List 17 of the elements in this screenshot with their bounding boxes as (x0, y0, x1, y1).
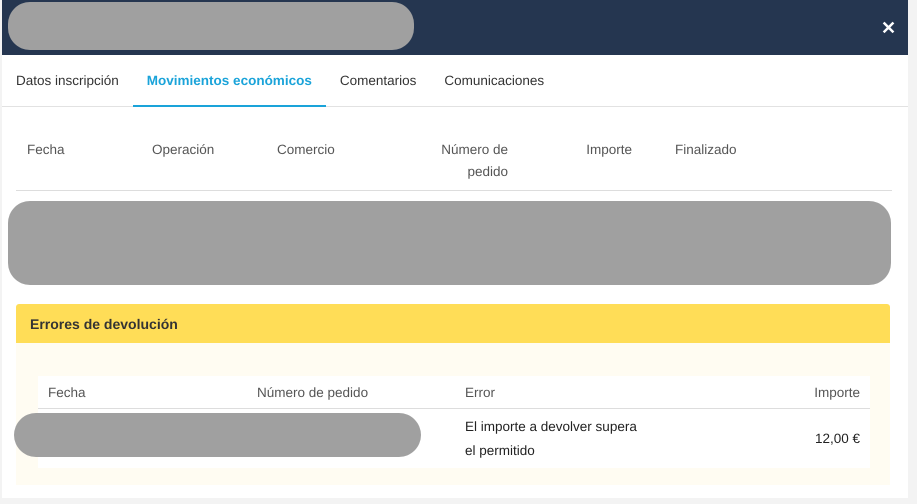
error-message: El importe a devolver supera el permitido (464, 418, 638, 460)
column-header: Comercio (276, 141, 336, 159)
amount: 12,00 € (814, 431, 861, 446)
column-header: Número de pedido (440, 141, 509, 181)
tab[interactable]: Comentarios (326, 55, 430, 107)
close-button[interactable]: ✕ (877, 12, 900, 42)
column-header: Importe (585, 141, 633, 159)
column-header: Error (464, 384, 496, 400)
column-header: Importe (813, 384, 861, 400)
column-header: Fecha (47, 384, 87, 400)
column-header: Fecha (26, 141, 66, 159)
panel-title: Errores de devolución (30, 316, 178, 332)
tab[interactable]: Datos inscripción (2, 55, 133, 107)
column-header: Operación (151, 141, 216, 159)
column-header: Número de pedido (256, 384, 370, 400)
column-header: Finalizado (674, 141, 738, 159)
tab[interactable]: Comunicaciones (430, 55, 558, 107)
